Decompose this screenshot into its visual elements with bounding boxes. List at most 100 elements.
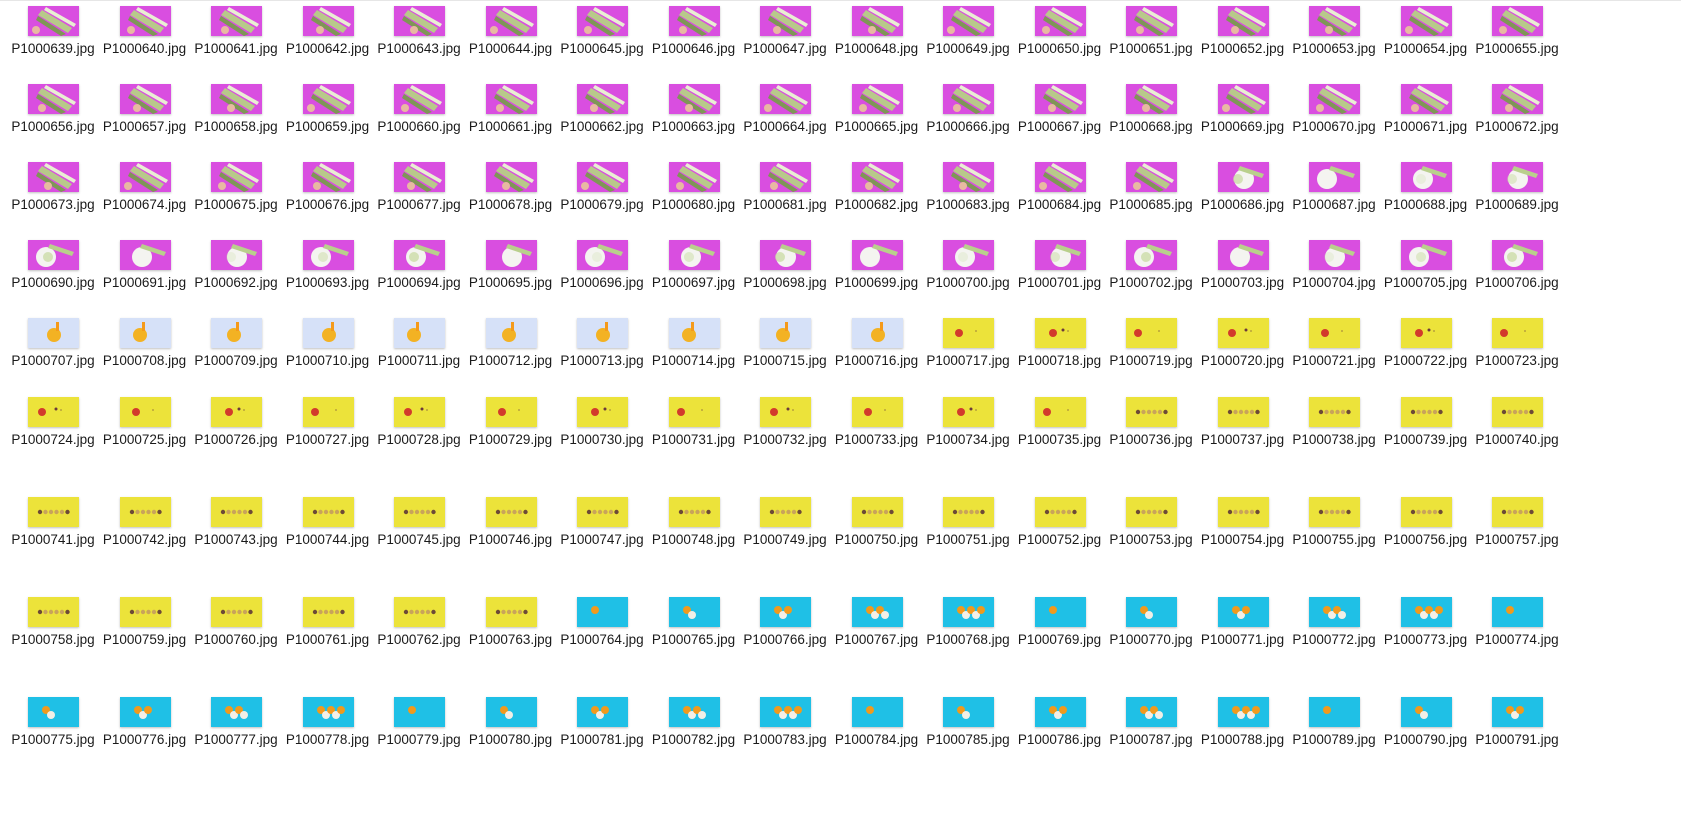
- file-name: P1000759.jpg: [102, 632, 187, 647]
- file-thumbnail: [211, 6, 262, 36]
- file-thumbnail: [119, 497, 171, 527]
- file-thumbnail: [760, 162, 811, 192]
- file-thumbnail: [668, 697, 720, 727]
- file-thumbnail: [577, 597, 628, 627]
- file-name: P1000772.jpg: [1292, 632, 1376, 647]
- file-name: P1000727.jpg: [285, 432, 370, 447]
- file-name: P1000770.jpg: [1109, 632, 1193, 647]
- file-name: P1000785.jpg: [926, 732, 1010, 747]
- file-name: P1000778.jpg: [285, 732, 370, 747]
- file-name: P1000754.jpg: [1200, 532, 1285, 547]
- file-name: P1000726.jpg: [194, 432, 278, 447]
- file-thumbnail: [28, 397, 79, 427]
- file-thumbnail: [1309, 597, 1360, 627]
- file-name: P1000704.jpg: [1292, 275, 1376, 290]
- file-name: P1000703.jpg: [1200, 275, 1285, 290]
- file-name: P1000762.jpg: [377, 632, 461, 647]
- file-thumbnail: [851, 497, 903, 527]
- file-name: P1000774.jpg: [1475, 632, 1559, 647]
- file-name: P1000751.jpg: [926, 532, 1010, 547]
- file-name: P1000701.jpg: [1017, 275, 1102, 290]
- file-thumbnail: [1126, 6, 1177, 36]
- file-name: P1000757.jpg: [1475, 532, 1559, 547]
- file-name: P1000763.jpg: [468, 632, 553, 647]
- file-thumbnail: [1400, 597, 1452, 627]
- file-name: P1000650.jpg: [1017, 41, 1102, 56]
- file-thumbnail: [1034, 318, 1086, 348]
- file-name: P1000745.jpg: [377, 532, 461, 547]
- file-thumbnail: [394, 497, 445, 527]
- file-thumbnail: [485, 84, 537, 114]
- file-name: P1000784.jpg: [834, 732, 919, 747]
- file-name: P1000710.jpg: [285, 353, 370, 368]
- file-thumbnail: [1309, 697, 1360, 727]
- file-thumbnail: [1126, 497, 1177, 527]
- file-thumbnail: [577, 162, 628, 192]
- file-thumbnail: [394, 6, 445, 36]
- file-name: P1000752.jpg: [1017, 532, 1102, 547]
- file-thumbnail: [1034, 697, 1086, 727]
- file-name: P1000645.jpg: [560, 41, 644, 56]
- file-name: P1000722.jpg: [1383, 353, 1468, 368]
- file-thumbnail: [1492, 397, 1543, 427]
- file-name: P1000764.jpg: [560, 632, 644, 647]
- file-name: P1000697.jpg: [651, 275, 736, 290]
- file-thumbnail: [28, 697, 79, 727]
- file-thumbnail: [943, 162, 994, 192]
- file-name: P1000748.jpg: [651, 532, 736, 547]
- file-name: P1000641.jpg: [194, 41, 278, 56]
- file-name: P1000659.jpg: [285, 119, 370, 134]
- file-thumbnail: [851, 597, 903, 627]
- file-name: P1000744.jpg: [285, 532, 370, 547]
- file-grid[interactable]: P1000639.jpg P1000640.jpg P1000641.jpg P100…: [0, 0, 1681, 825]
- file-name: P1000742.jpg: [102, 532, 187, 547]
- file-thumbnail: [211, 84, 262, 114]
- file-name: P1000705.jpg: [1383, 275, 1468, 290]
- file-thumbnail: [1309, 318, 1360, 348]
- file-thumbnail: [1400, 397, 1452, 427]
- file-name: P1000698.jpg: [743, 275, 827, 290]
- file-thumbnail: [943, 397, 994, 427]
- file-name: P1000749.jpg: [743, 532, 827, 547]
- file-thumbnail: [28, 6, 79, 36]
- file-name: P1000753.jpg: [1109, 532, 1193, 547]
- file-thumbnail: [577, 397, 628, 427]
- file-thumbnail: [1492, 6, 1543, 36]
- file-thumbnail: [211, 697, 262, 727]
- file-name: P1000721.jpg: [1292, 353, 1376, 368]
- file-thumbnail: [577, 318, 628, 348]
- file-name: P1000791.jpg: [1475, 732, 1559, 747]
- file-thumbnail: [1034, 597, 1086, 627]
- file-thumbnail: [577, 697, 628, 727]
- file-name: P1000683.jpg: [926, 197, 1010, 212]
- file-name: P1000663.jpg: [651, 119, 736, 134]
- file-name: P1000733.jpg: [834, 432, 919, 447]
- file-thumbnail: [1492, 497, 1543, 527]
- file-thumbnail: [1034, 397, 1086, 427]
- file-name: P1000655.jpg: [1475, 41, 1559, 56]
- file-name: P1000651.jpg: [1109, 41, 1193, 56]
- file-thumbnail: [1400, 84, 1452, 114]
- file-thumbnail: [28, 240, 79, 270]
- file-thumbnail: [851, 697, 903, 727]
- file-thumbnail: [760, 397, 811, 427]
- file-name: P1000714.jpg: [651, 353, 736, 368]
- file-name: P1000680.jpg: [651, 197, 736, 212]
- file-thumbnail: [1309, 397, 1360, 427]
- file-thumbnail: [119, 6, 171, 36]
- file-thumbnail: [1217, 240, 1269, 270]
- file-thumbnail: [211, 162, 262, 192]
- file-thumbnail: [119, 162, 171, 192]
- file-name: P1000736.jpg: [1109, 432, 1193, 447]
- file-thumbnail: [851, 6, 903, 36]
- file-thumbnail: [394, 84, 445, 114]
- file-name: P1000728.jpg: [377, 432, 461, 447]
- file-thumbnail: [485, 497, 537, 527]
- file-name: P1000665.jpg: [834, 119, 919, 134]
- file-thumbnail: [302, 697, 354, 727]
- file-name: P1000735.jpg: [1017, 432, 1102, 447]
- file-thumbnail: [1492, 162, 1543, 192]
- file-name: P1000647.jpg: [743, 41, 827, 56]
- file-name: P1000747.jpg: [560, 532, 644, 547]
- file-name: P1000640.jpg: [102, 41, 187, 56]
